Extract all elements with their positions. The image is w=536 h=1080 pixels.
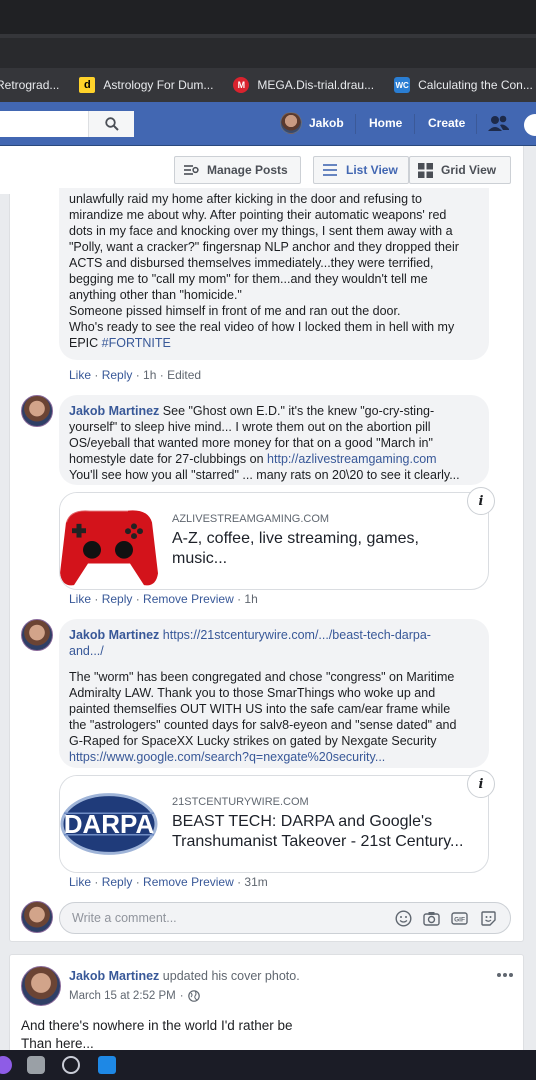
like-link[interactable]: Like	[69, 875, 91, 889]
friends-icon[interactable]	[488, 114, 510, 134]
post-header: Jakob Martinez updated his cover photo.	[69, 969, 300, 983]
reply-link[interactable]: Reply	[102, 875, 133, 889]
globe-icon	[187, 990, 200, 1002]
url-link[interactable]: https://www.google.com/search?q=nexgate%…	[69, 749, 479, 765]
preview-title: music...	[172, 550, 228, 567]
home-link[interactable]: Home	[369, 116, 402, 130]
avatar[interactable]	[21, 395, 53, 427]
info-icon[interactable]: i	[467, 770, 495, 798]
preview-domain: AZLIVESTREAMGAMING.COM	[172, 513, 330, 525]
list-icon	[323, 164, 337, 176]
avatar[interactable]	[21, 966, 61, 1006]
wc-icon: WC	[394, 77, 411, 93]
darpa-image: DARPA	[60, 776, 158, 872]
avatar[interactable]	[21, 619, 53, 651]
post-author[interactable]: Jakob Martinez	[69, 969, 159, 983]
preview-domain: 21STCENTURYWIRE.COM	[172, 796, 309, 808]
comment-bubble: Jakob Martinez See "Ghost own E.D." it's…	[59, 395, 489, 485]
url-link[interactable]: and.../	[69, 643, 479, 659]
browser-titlebar	[0, 0, 536, 36]
list-view-button[interactable]: List View	[313, 156, 409, 184]
comment-actions: Like · Reply · 1h · Edited	[69, 368, 202, 382]
divider	[355, 114, 356, 134]
comment-bubble: Jakob Martinez https://21stcenturywire.c…	[59, 619, 489, 768]
post-text: And there's nowhere in the world I'd rat…	[21, 1018, 293, 1051]
comment-actions: Like · Reply · Remove Preview · 31m	[69, 875, 268, 889]
preview-title: Transhumanist Takeover - 21st Century...	[172, 833, 464, 850]
comment-author[interactable]: Jakob Martinez	[69, 628, 159, 642]
like-link[interactable]: Like	[69, 592, 91, 606]
comment-actions: Like · Reply · Remove Preview · 1h	[69, 592, 258, 606]
like-link[interactable]: Like	[69, 368, 91, 382]
obs-icon[interactable]	[62, 1056, 80, 1074]
edited-label[interactable]: Edited	[167, 368, 201, 382]
manage-icon	[184, 165, 199, 175]
app-icon[interactable]	[98, 1056, 116, 1074]
bookmark-retrograde[interactable]: Retrograd...	[0, 78, 59, 92]
preview-title: A-Z, coffee, live streaming, games,	[172, 530, 419, 547]
post-meta: March 15 at 2:52 PM ·	[69, 990, 200, 1002]
comment-bubble: unlawfully raid my home after kicking in…	[59, 188, 489, 360]
link-preview[interactable]: DARPA 21STCENTURYWIRE.COM BEAST TECH: DA…	[59, 775, 489, 873]
divider	[476, 114, 477, 134]
mega-icon: M	[233, 77, 250, 93]
preview-title: BEAST TECH: DARPA and Google's	[172, 813, 433, 830]
avatar[interactable]	[21, 901, 53, 933]
comment-time: 31m	[244, 875, 268, 889]
search-icon	[104, 117, 119, 131]
gamepad-image	[60, 493, 158, 589]
bookmarks-bar: Retrograd... d Astrology For Dum... M ME…	[0, 68, 536, 102]
link-preview[interactable]: AZLIVESTREAMGAMING.COM A-Z, coffee, live…	[59, 492, 489, 590]
remove-preview-link[interactable]: Remove Preview	[143, 875, 234, 889]
post-card: unlawfully raid my home after kicking in…	[9, 188, 524, 942]
bookmark-calculating[interactable]: WC Calculating the Con...	[394, 77, 533, 93]
bookmark-mega[interactable]: M MEGA.Dis-trial.drau...	[233, 77, 374, 93]
app-icon[interactable]	[0, 1056, 12, 1074]
facebook-header: Jakob Home Create	[0, 102, 536, 146]
grid-icon	[418, 162, 433, 178]
taskbar	[0, 1050, 536, 1080]
url-link[interactable]: http://azlivestreamgaming.com	[267, 452, 437, 466]
comment-time: 1h	[244, 592, 258, 606]
camera-icon[interactable]	[423, 910, 440, 927]
sticker-icon[interactable]	[480, 910, 497, 927]
url-link[interactable]: https://21stcenturywire.com/.../beast-te…	[163, 628, 431, 642]
hashtag-link[interactable]: #FORTNITE	[102, 336, 171, 350]
svg-text:GIF: GIF	[454, 917, 465, 924]
dummies-icon: d	[79, 77, 96, 93]
emoji-icon[interactable]	[395, 910, 412, 927]
comment-input[interactable]: Write a comment... GIF	[59, 902, 511, 934]
comment-author[interactable]: Jakob Martinez	[69, 404, 159, 418]
divider	[414, 114, 415, 134]
remove-preview-link[interactable]: Remove Preview	[143, 592, 234, 606]
profile-link[interactable]: Jakob	[280, 112, 344, 134]
create-link[interactable]: Create	[428, 116, 465, 130]
app-icon[interactable]	[27, 1056, 45, 1074]
bookmark-astrology[interactable]: d Astrology For Dum...	[79, 77, 213, 93]
svg-text:DARPA: DARPA	[64, 811, 154, 839]
browser-address-area	[0, 38, 536, 68]
avatar	[280, 112, 302, 134]
messenger-icon[interactable]	[524, 114, 536, 136]
reply-link[interactable]: Reply	[102, 368, 133, 382]
comment-time: 1h	[143, 368, 157, 382]
info-icon[interactable]: i	[467, 487, 495, 515]
post-date[interactable]: March 15 at 2:52 PM	[69, 990, 176, 1002]
manage-posts-button[interactable]: Manage Posts	[174, 156, 301, 184]
search-input[interactable]	[0, 111, 134, 137]
toolbar-panel: Manage Posts List View Grid View	[0, 146, 524, 194]
grid-view-button[interactable]: Grid View	[409, 156, 511, 184]
gif-icon[interactable]: GIF	[451, 910, 468, 927]
search-button[interactable]	[88, 111, 134, 137]
more-options-icon[interactable]	[496, 972, 514, 978]
reply-link[interactable]: Reply	[102, 592, 133, 606]
post-card: Jakob Martinez updated his cover photo. …	[9, 954, 524, 1064]
